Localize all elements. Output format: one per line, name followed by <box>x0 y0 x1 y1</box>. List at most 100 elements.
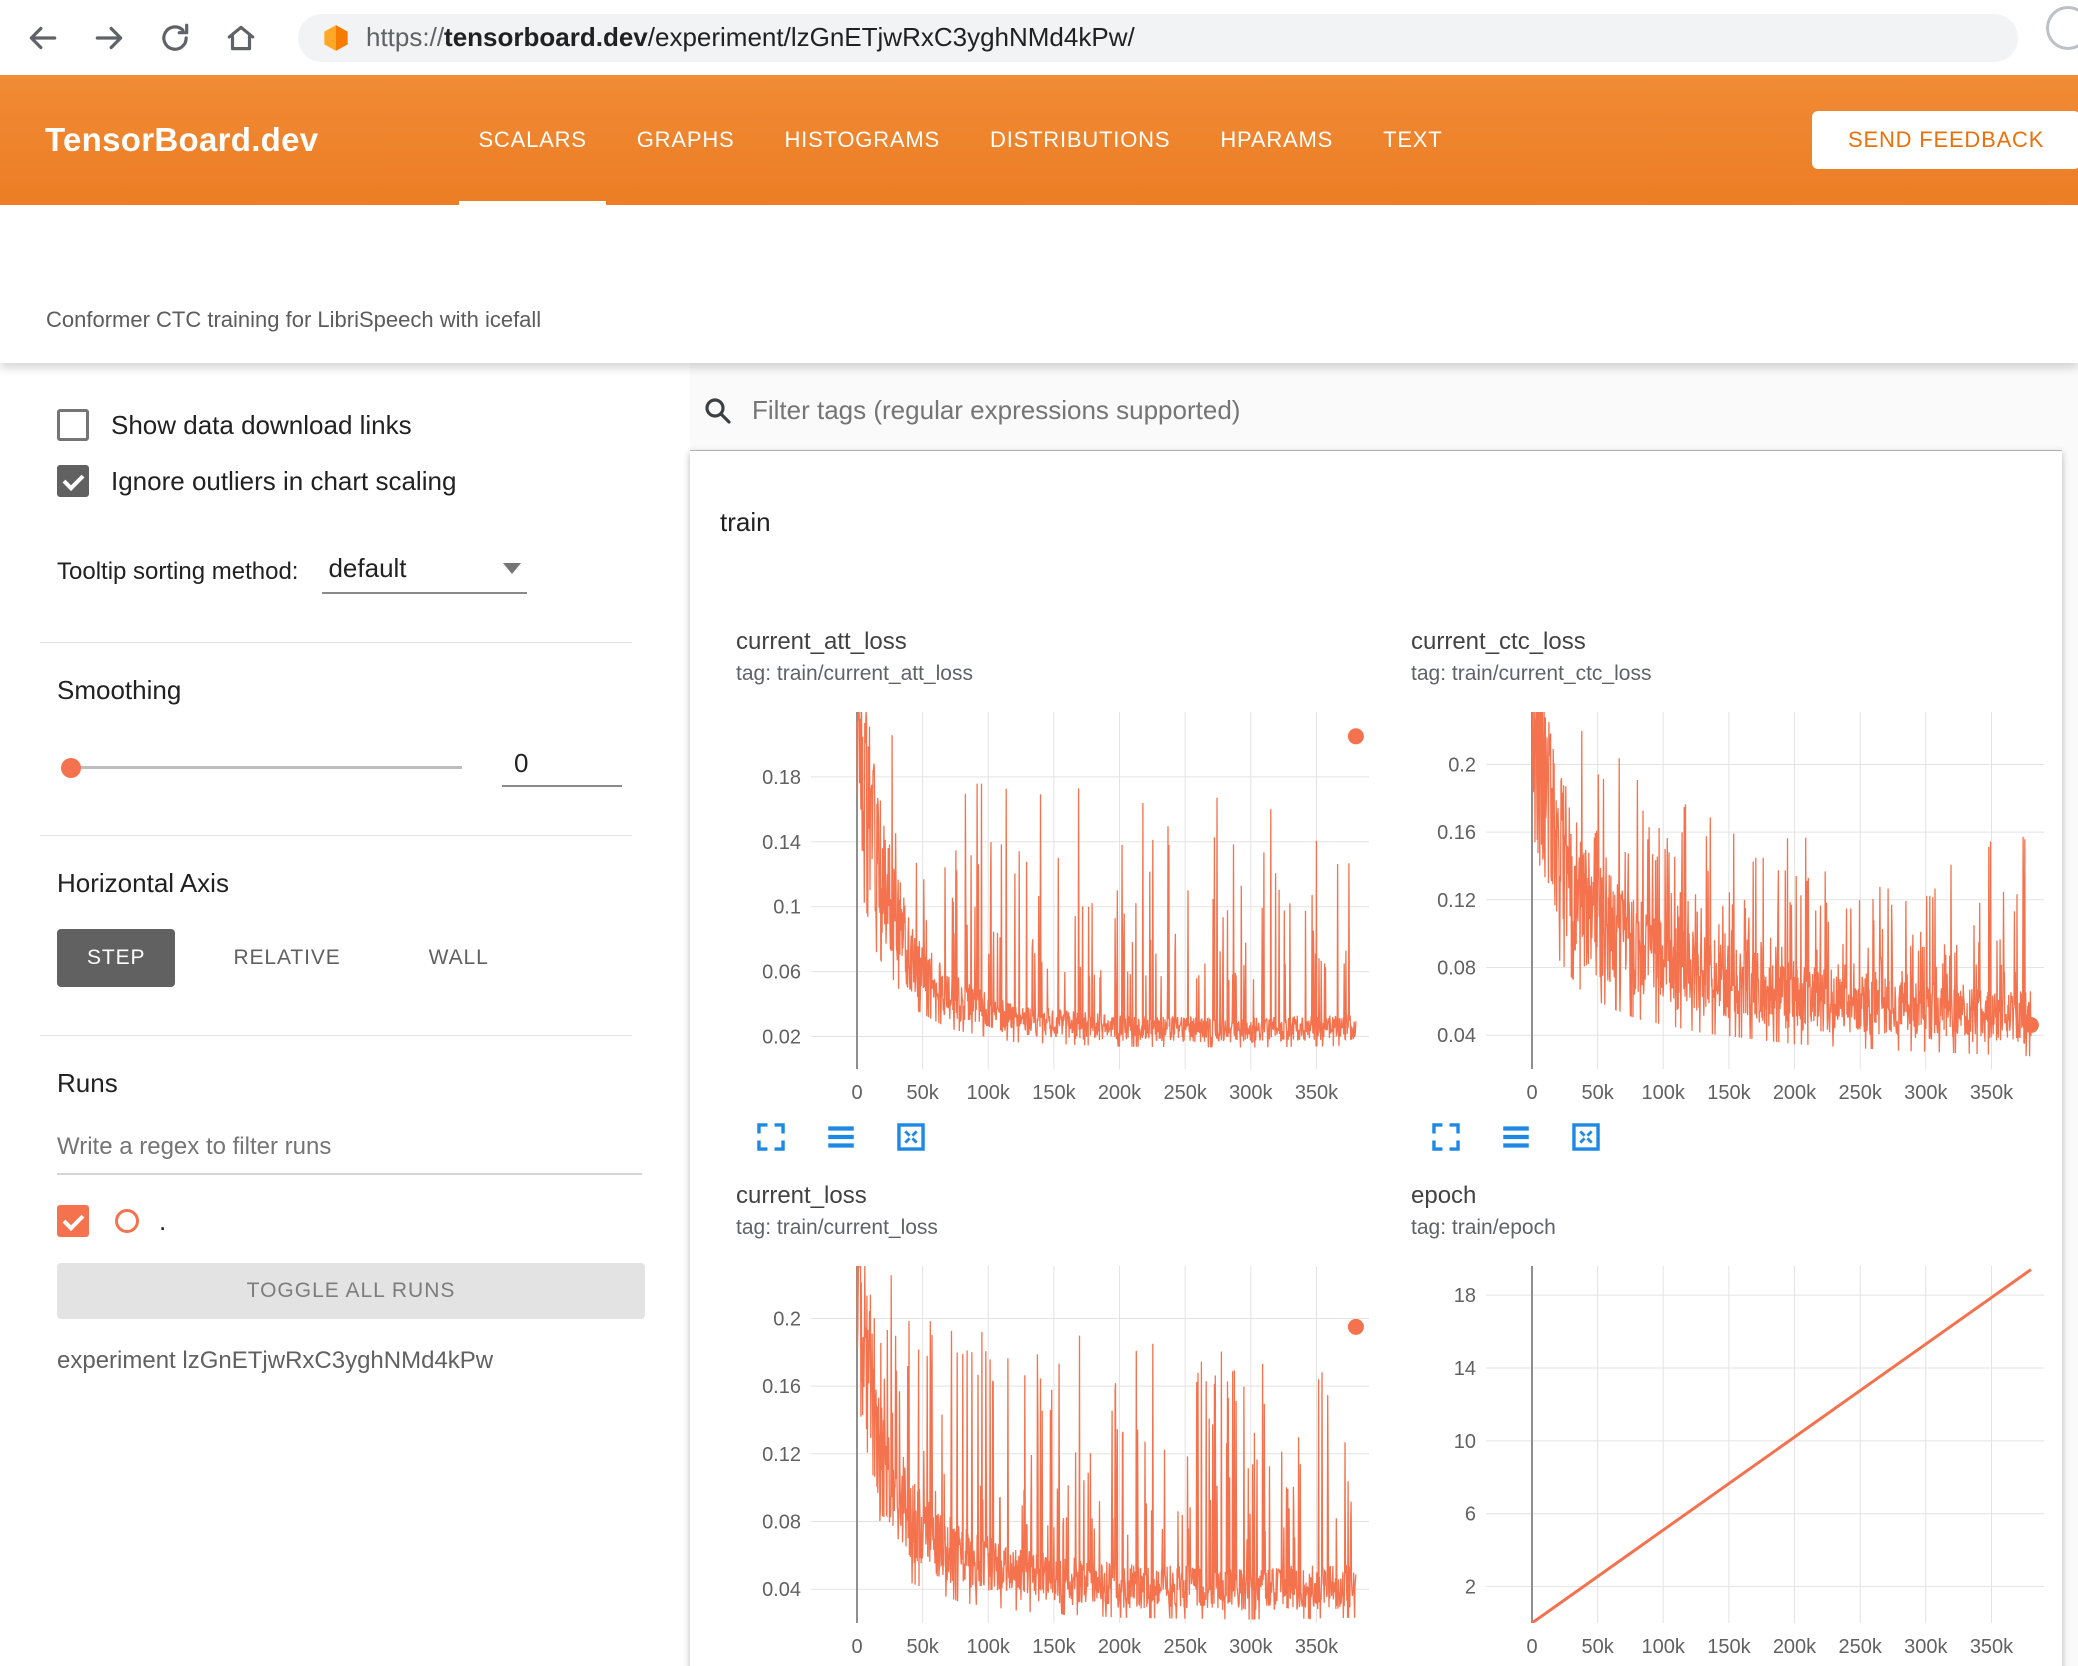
home-icon[interactable] <box>224 21 258 55</box>
chart-title: current_ctc_loss <box>1411 628 1586 655</box>
run-checkbox[interactable] <box>57 1205 89 1237</box>
svg-text:100k: 100k <box>967 1082 1011 1104</box>
scalar-chart-canvas[interactable]: 0.04 0.08 0.12 0.16 0.2 0 50k 100k 150k 200k 250k 3… <box>1411 694 2066 1114</box>
svg-text:300k: 300k <box>1229 1636 1273 1658</box>
experiment-title: Conformer CTC training for LibriSpeech w… <box>46 307 542 332</box>
data-table-icon[interactable] <box>824 1120 858 1154</box>
svg-text:0.2: 0.2 <box>1448 755 1476 777</box>
svg-text:200k: 200k <box>1773 1082 1817 1104</box>
svg-text:200k: 200k <box>1098 1636 1142 1658</box>
svg-text:0: 0 <box>1526 1082 1537 1104</box>
run-color-swatch <box>115 1209 139 1233</box>
ignore-outliers-checkbox[interactable] <box>57 465 89 497</box>
scalar-chart-canvas[interactable]: 2 6 10 14 18 0 50k 100k 150k 200k 250k 300k 350k <box>1411 1248 2066 1666</box>
svg-text:0.04: 0.04 <box>762 1579 801 1601</box>
show-download-row: Show data download links <box>57 409 690 441</box>
experiment-title-band: Conformer CTC training for LibriSpeech w… <box>0 205 2078 363</box>
chart-tag: tag: train/current_ctc_loss <box>1411 662 1652 685</box>
app-header: TensorBoard.dev SCALARS GRAPHS HISTOGRAM… <box>0 75 2078 205</box>
svg-text:2: 2 <box>1465 1577 1476 1599</box>
reload-icon[interactable] <box>158 21 192 55</box>
forward-icon[interactable] <box>92 21 126 55</box>
tab-graphs[interactable]: GRAPHS <box>612 75 760 205</box>
smoothing-value-input[interactable]: 0 <box>502 748 622 787</box>
svg-text:150k: 150k <box>1032 1082 1076 1104</box>
settings-sidebar: Show data download links Ignore outliers… <box>0 363 690 1666</box>
smoothing-slider[interactable] <box>61 757 462 778</box>
axis-wall-button[interactable]: WALL <box>399 929 519 987</box>
svg-text:0.04: 0.04 <box>1437 1025 1476 1047</box>
url-path: /experiment/lzGnETjwRxC3yghNMd4kPw/ <box>647 22 1135 52</box>
filter-tags-input[interactable] <box>752 395 2058 426</box>
svg-text:0.08: 0.08 <box>762 1512 801 1534</box>
tooltip-sorting-select[interactable]: default <box>322 553 528 594</box>
svg-text:150k: 150k <box>1707 1636 1751 1658</box>
fit-domain-icon[interactable] <box>1569 1120 1603 1154</box>
expand-chart-icon[interactable] <box>754 1120 788 1154</box>
ignore-outliers-row: Ignore outliers in chart scaling <box>57 465 690 497</box>
scalar-chart-canvas[interactable]: 0.02 0.06 0.1 0.14 0.18 0 50k 100k 150k 200k 250k 3… <box>736 694 1391 1114</box>
chart-block-current-ctc-loss: current_ctc_loss tag: train/current_ctc_… <box>1411 628 2078 1154</box>
smoothing-slider-thumb[interactable] <box>61 757 81 778</box>
svg-text:10: 10 <box>1454 1431 1476 1453</box>
show-download-checkbox[interactable] <box>57 409 89 441</box>
chart-title: current_loss <box>736 1182 867 1209</box>
chart-title: epoch <box>1411 1182 1477 1209</box>
svg-text:150k: 150k <box>1032 1636 1076 1658</box>
svg-text:350k: 350k <box>1970 1636 2014 1658</box>
chart-tag: tag: train/current_att_loss <box>736 662 973 685</box>
svg-text:250k: 250k <box>1164 1082 1208 1104</box>
address-bar[interactable]: https://tensorboard.dev/experiment/lzGnE… <box>298 13 2018 62</box>
svg-text:0.16: 0.16 <box>762 1376 801 1398</box>
tab-scalars[interactable]: SCALARS <box>453 75 611 205</box>
chart-block-epoch: epoch tag: train/epoch 2 6 10 14 18 0 50k 100k 1… <box>1411 1182 2078 1666</box>
svg-text:0.2: 0.2 <box>773 1309 801 1331</box>
tensorboard-favicon <box>322 24 350 52</box>
svg-text:6: 6 <box>1465 1504 1476 1526</box>
toggle-all-runs-button[interactable]: TOGGLE ALL RUNS <box>57 1263 645 1319</box>
svg-text:50k: 50k <box>906 1636 939 1658</box>
tab-text[interactable]: TEXT <box>1358 75 1467 205</box>
expand-chart-icon[interactable] <box>1429 1120 1463 1154</box>
browser-toolbar: https://tensorboard.dev/experiment/lzGnE… <box>0 0 2078 75</box>
runs-filter-input[interactable] <box>57 1127 642 1175</box>
filter-tags-row <box>690 363 2062 451</box>
main-content: train current_att_loss tag: train/curren… <box>690 363 2078 1666</box>
svg-text:100k: 100k <box>967 1636 1011 1658</box>
fit-domain-icon[interactable] <box>894 1120 928 1154</box>
profile-avatar[interactable] <box>2046 6 2078 50</box>
send-feedback-button[interactable]: SEND FEEDBACK <box>1812 111 2078 169</box>
axis-step-button[interactable]: STEP <box>57 929 176 987</box>
svg-text:0.08: 0.08 <box>1437 958 1476 980</box>
horizontal-axis-heading: Horizontal Axis <box>57 868 229 898</box>
svg-text:0.02: 0.02 <box>762 1027 801 1049</box>
show-download-label: Show data download links <box>111 409 412 440</box>
smoothing-slider-row: 0 <box>57 748 690 787</box>
svg-text:350k: 350k <box>1295 1082 1339 1104</box>
section-title[interactable]: train <box>690 451 2062 538</box>
back-icon[interactable] <box>26 21 60 55</box>
svg-text:50k: 50k <box>1581 1082 1614 1104</box>
svg-text:150k: 150k <box>1707 1082 1751 1104</box>
tooltip-sorting-row: Tooltip sorting method: default <box>57 553 690 594</box>
tab-histograms[interactable]: HISTOGRAMS <box>759 75 965 205</box>
tab-distributions[interactable]: DISTRIBUTIONS <box>965 75 1195 205</box>
svg-text:250k: 250k <box>1839 1636 1883 1658</box>
smoothing-heading: Smoothing <box>57 675 182 705</box>
chart-tag: tag: train/epoch <box>1411 1216 1556 1239</box>
svg-text:300k: 300k <box>1904 1636 1948 1658</box>
svg-text:0: 0 <box>1526 1636 1537 1658</box>
dropdown-caret-icon <box>503 563 522 574</box>
svg-text:0: 0 <box>851 1082 862 1104</box>
url-domain: tensorboard.dev <box>444 22 648 52</box>
tab-hparams[interactable]: HPARAMS <box>1195 75 1358 205</box>
svg-text:0.14: 0.14 <box>762 832 801 854</box>
url-text: https://tensorboard.dev/experiment/lzGnE… <box>366 22 1135 53</box>
run-row: . <box>57 1205 690 1237</box>
train-section-card: train current_att_loss tag: train/curren… <box>690 451 2062 1666</box>
brand-logo: TensorBoard.dev <box>45 121 319 158</box>
axis-relative-button[interactable]: RELATIVE <box>203 929 370 987</box>
svg-text:350k: 350k <box>1295 1636 1339 1658</box>
data-table-icon[interactable] <box>1499 1120 1533 1154</box>
scalar-chart-canvas[interactable]: 0.04 0.08 0.12 0.16 0.2 0 50k 100k 150k 200k 250k 3… <box>736 1248 1391 1666</box>
